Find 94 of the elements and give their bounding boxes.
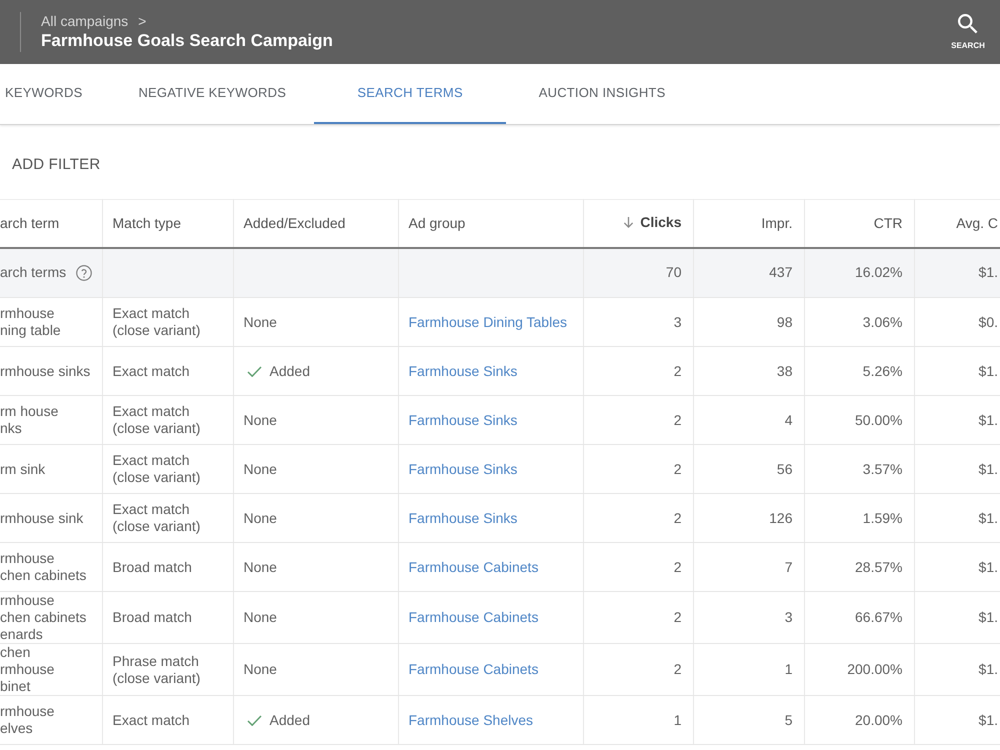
status-text: None: [244, 510, 277, 526]
table-cell: rm house nks: [0, 403, 58, 436]
table-cell: 7: [784, 558, 792, 574]
table-cell: 2: [674, 510, 682, 526]
table-cell: 126: [769, 510, 792, 526]
table-cell: 20.00%: [855, 712, 902, 728]
table-cell: 3.06%: [862, 314, 902, 330]
table-cell: Broad match: [112, 609, 192, 626]
breadcrumb-separator: >: [138, 12, 146, 30]
table-cell: 200.00%: [847, 661, 902, 677]
table-cell-text: Exact match (close variant): [112, 305, 202, 339]
breadcrumb-link[interactable]: All campaigns: [41, 12, 128, 30]
tab[interactable]: KEYWORDS: [0, 64, 110, 124]
table-cell: rm sink: [0, 460, 46, 476]
table-cell: 1.59%: [862, 510, 902, 526]
table-cell: $0.: [978, 314, 998, 330]
table-cell: 3: [784, 609, 792, 625]
table-cell: 66.67%: [855, 609, 902, 625]
table-cell-text: Exact match (close variant): [112, 501, 202, 535]
table-cell: 38: [776, 362, 792, 378]
table-cell: rmhouse ning table: [0, 305, 61, 338]
table-cell: $1.: [978, 661, 998, 677]
table-cell: Broad match: [112, 558, 192, 576]
ad-group-link[interactable]: Farmhouse Shelves: [408, 712, 534, 728]
table-cell: 56: [776, 460, 792, 476]
table-cell: 98: [776, 314, 792, 330]
table-cell: 2: [674, 460, 682, 476]
table-cell: 437: [769, 264, 792, 280]
ad-group-link[interactable]: Farmhouse Sinks: [408, 510, 518, 526]
status-text: Added: [270, 712, 310, 728]
help-icon[interactable]: [76, 264, 92, 281]
table-cell-text: arch terms: [0, 263, 66, 282]
status-text: None: [244, 460, 277, 478]
table-cell: 2: [674, 362, 682, 378]
column-header[interactable]: Avg. C: [956, 212, 998, 234]
table-cell: $1.: [978, 558, 998, 574]
table-cell: 1: [674, 712, 682, 728]
search-button[interactable]: SEARCH: [943, 14, 993, 50]
search-icon: [958, 14, 978, 34]
table-cell-text: Exact match (close variant): [112, 452, 202, 486]
table-cell: 16.02%: [855, 264, 902, 280]
campaign-title: Farmhouse Goals Search Campaign: [41, 30, 333, 52]
table-cell: rmhouse sinks: [0, 362, 90, 378]
status-text: Added: [270, 362, 310, 380]
table-cell-text: Phrase match (close variant): [112, 652, 202, 686]
check-icon: [246, 366, 262, 376]
table-cell: 4: [784, 412, 792, 428]
table-cell: $1.: [978, 362, 998, 378]
ad-group-link[interactable]: Farmhouse Dining Tables: [408, 314, 567, 330]
table-cell: 2: [674, 609, 682, 625]
table-cell: rmhouse chen cabinets: [0, 550, 86, 583]
ad-group-link[interactable]: Farmhouse Sinks: [408, 460, 518, 476]
table-cell: Exact match: [112, 362, 190, 380]
status-text: None: [244, 314, 277, 330]
table-cell: 28.57%: [855, 558, 902, 574]
table-cell: $1.: [978, 264, 998, 280]
status-text: None: [244, 558, 277, 576]
table-cell: 5: [784, 712, 792, 728]
table-cell: 5.26%: [862, 362, 902, 378]
ad-group-link[interactable]: Farmhouse Cabinets: [408, 661, 538, 677]
table-cell: 3.57%: [862, 460, 902, 476]
table-cell: $1.: [978, 609, 998, 625]
ad-group-link[interactable]: Farmhouse Cabinets: [408, 609, 538, 625]
table-cell: 2: [674, 412, 682, 428]
ad-group-link[interactable]: Farmhouse Sinks: [408, 362, 518, 378]
table-cell: 1: [784, 661, 792, 677]
status-text: None: [244, 609, 277, 626]
table-cell: $1.: [978, 460, 998, 476]
ad-group-link[interactable]: Farmhouse Sinks: [408, 412, 518, 428]
table-cell: 50.00%: [855, 412, 902, 428]
column-header[interactable]: Ad group: [408, 212, 466, 234]
tab[interactable]: AUCTION INSIGHTS: [506, 64, 698, 124]
column-header[interactable]: CTR: [874, 212, 902, 234]
add-filter-button[interactable]: ADD FILTER: [12, 154, 100, 176]
table-cell: 2: [674, 661, 682, 677]
table-cell: rmhouse sink: [0, 510, 84, 526]
table-cell: 70: [666, 264, 682, 280]
column-header[interactable]: Impr.: [761, 212, 792, 234]
tab[interactable]: NEGATIVE KEYWORDS: [110, 64, 314, 124]
table-cell: $1.: [978, 712, 998, 728]
table-cell: 2: [674, 558, 682, 574]
arrow-down-icon: [623, 216, 634, 229]
table-cell: $1.: [978, 412, 998, 428]
status-text: None: [244, 661, 277, 678]
table-cell: chen rmhouse binet: [0, 644, 54, 694]
table-cell: Exact match: [112, 712, 190, 728]
tab[interactable]: SEARCH TERMS: [314, 64, 506, 124]
check-icon: [246, 714, 262, 726]
status-text: None: [244, 412, 277, 428]
table-cell-text: Exact match (close variant): [112, 403, 202, 437]
table-cell: 3: [674, 314, 682, 330]
table-cell: $1.: [978, 510, 998, 526]
table-cell: rmhouse elves: [0, 703, 54, 736]
ad-group-link[interactable]: Farmhouse Cabinets: [408, 558, 538, 574]
